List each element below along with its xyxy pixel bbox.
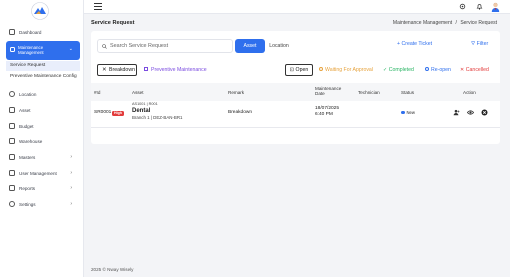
reopen-icon (425, 67, 429, 71)
warehouse-icon (9, 138, 15, 144)
column-header-action: Action (463, 89, 476, 95)
asset-name: Dental (132, 107, 151, 114)
create-ticket-button[interactable]: + Create Ticket (397, 41, 432, 47)
status-filter-waiting[interactable]: Waiting For Approval (319, 67, 373, 73)
service-request-card: Search Service Request Asset Location + … (91, 31, 500, 144)
avatar[interactable] (491, 2, 500, 12)
calendar-icon (144, 67, 148, 71)
close-icon: ✕ (102, 67, 107, 73)
dashboard-icon (9, 29, 15, 35)
users-icon (9, 170, 15, 176)
sidebar-item-label: Budget (19, 123, 34, 129)
footer-copyright: 2025 © Nway Wisely (91, 267, 134, 272)
bell-icon[interactable] (476, 3, 483, 10)
search-input[interactable]: Search Service Request (97, 39, 233, 53)
sidebar-item-label: Masters (19, 154, 36, 160)
sidebar-item-label: Asset (19, 107, 31, 113)
breadcrumb-item[interactable]: Maintenance Management (393, 20, 452, 26)
sidebar-subitem-service-request[interactable]: Service Request (6, 61, 80, 71)
tab-asset[interactable]: Asset (235, 39, 265, 53)
preventive-maintenance-filter[interactable]: Preventive Maintenance (144, 67, 207, 73)
sidebar-item-warehouse[interactable]: Warehouse (0, 135, 84, 147)
status-filter-reopen[interactable]: Re-open (425, 67, 451, 73)
table-header: #Id Asset Remark Maintenance Date Techni… (91, 83, 500, 101)
column-header-id: #Id (94, 89, 101, 95)
column-header-status: Status (401, 89, 415, 95)
settings-icon (9, 201, 15, 207)
breadcrumb-item: Service Request (460, 20, 497, 26)
sidebar-subitem-preventive-config[interactable]: Preventive Maintenance Config (0, 72, 84, 82)
sidebar-item-maintenance[interactable]: Maintenance Management ⌄ (6, 41, 80, 60)
column-header-date: Maintenance Date (315, 86, 342, 96)
chevron-right-icon: › (70, 170, 72, 176)
sidebar-item-settings[interactable]: Settings › (0, 198, 84, 210)
lock-open-icon: ⊡ (289, 67, 295, 73)
column-header-remark: Remark (228, 89, 245, 95)
table-row[interactable]: SR0001 High AS1001 | R001 Dental Branch … (91, 101, 500, 127)
sidebar-item-budget[interactable]: Budget (0, 120, 84, 132)
sidebar-item-label: User Management (19, 170, 57, 176)
budget-icon (9, 123, 15, 129)
filter-icon: ⛛ (471, 41, 476, 47)
status-filter-open[interactable]: ⊡ Open (285, 64, 313, 76)
reports-icon (9, 185, 15, 191)
sidebar-item-label: Maintenance Management (18, 45, 44, 56)
wrench-icon (10, 47, 15, 52)
masters-icon (9, 154, 15, 160)
location-icon (9, 91, 15, 97)
sidebar-item-asset[interactable]: Asset (0, 104, 84, 116)
view-icon[interactable] (467, 109, 474, 116)
filter-button[interactable]: ⛛ Filter (471, 41, 488, 47)
chevron-down-icon: ⌄ (68, 46, 73, 52)
column-header-asset: Asset (132, 89, 144, 95)
sidebar-item-label: Warehouse (19, 138, 43, 144)
logo (31, 2, 49, 20)
asset-code: AS1001 | R001 (132, 102, 158, 106)
sidebar: Dashboard Maintenance Management ⌄ Servi… (0, 0, 84, 277)
request-id: SR0001 (94, 110, 112, 115)
status-badge: New (401, 110, 415, 115)
cancel-icon[interactable] (481, 109, 488, 116)
sidebar-item-dashboard[interactable]: Dashboard (0, 26, 84, 38)
sidebar-item-label: Location (19, 91, 37, 97)
topbar (84, 0, 510, 14)
divider (91, 127, 500, 128)
maintenance-date: 18/07/2025 6:40 PM (315, 106, 340, 117)
priority-badge: High (112, 110, 124, 116)
status-filter-cancelled[interactable]: ✕ Cancelled (460, 67, 489, 73)
breakdown-filter-button[interactable]: ✕ Breakdown (97, 64, 137, 76)
page-title: Service Request (91, 20, 135, 26)
breadcrumb: Maintenance Management / Service Request (392, 20, 497, 26)
service-request-table: #Id Asset Remark Maintenance Date Techni… (91, 83, 500, 135)
remark: Breakdown (228, 110, 252, 115)
status-filter-completed[interactable]: ✓ Completed (383, 67, 414, 73)
assign-user-icon[interactable] (453, 109, 460, 116)
chevron-right-icon: › (70, 154, 72, 160)
search-icon (102, 43, 107, 49)
fullscreen-icon[interactable] (459, 3, 466, 10)
sidebar-item-user-management[interactable]: User Management › (0, 167, 84, 179)
sidebar-item-masters[interactable]: Masters › (0, 151, 84, 163)
sidebar-item-reports[interactable]: Reports › (0, 182, 84, 194)
tab-location[interactable]: Location (267, 39, 291, 53)
chevron-right-icon: › (70, 201, 72, 207)
sidebar-item-location[interactable]: Location (0, 88, 84, 100)
asset-icon (9, 107, 15, 113)
title-bar: Service Request Maintenance Management /… (91, 18, 500, 28)
menu-icon[interactable] (94, 3, 102, 10)
asset-location: Branch 1 | DEZ-BAN-BR1 (132, 115, 183, 120)
sidebar-item-label: Settings (19, 201, 36, 207)
column-header-technician: Technician (358, 89, 380, 95)
clock-icon (319, 67, 323, 71)
sidebar-item-label: Reports (19, 185, 36, 191)
chevron-right-icon: › (70, 185, 72, 191)
sidebar-item-label: Dashboard (19, 29, 42, 35)
